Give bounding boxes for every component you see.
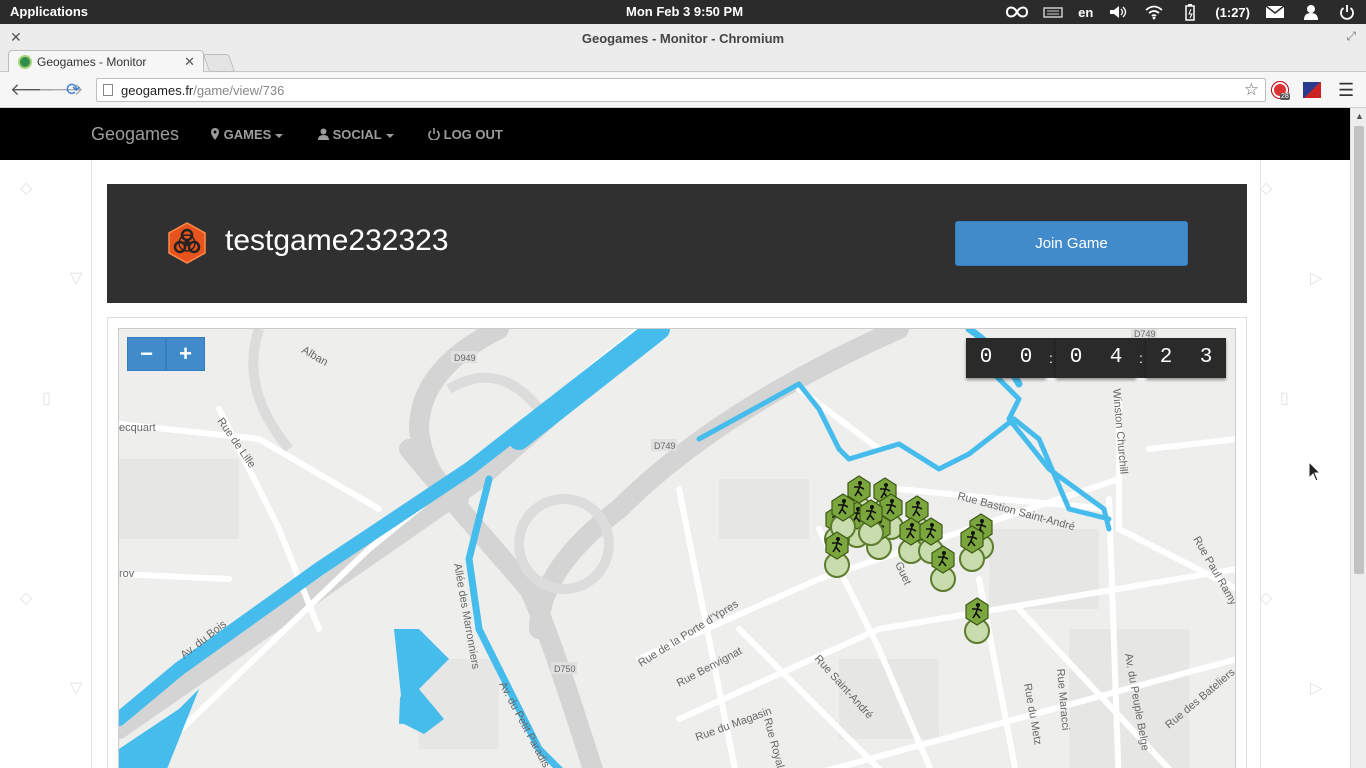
timer-hours: 0 0 xyxy=(966,338,1046,378)
bookmark-star-icon[interactable]: ☆ xyxy=(1244,80,1259,100)
adblock-extension-icon[interactable]: 28 xyxy=(1272,82,1290,100)
applications-menu[interactable]: Applications xyxy=(10,4,88,19)
game-title: testgame232323 xyxy=(225,224,449,257)
timer-digit: 0 xyxy=(1069,346,1083,369)
reload-icon[interactable]: ⟳ xyxy=(66,80,80,100)
decoration-rect-icon: ▯ xyxy=(42,390,51,407)
power-icon xyxy=(428,128,440,141)
caret-down-icon xyxy=(275,133,284,138)
timer-digit: 0 xyxy=(1019,346,1033,369)
zoom-controls: − + xyxy=(127,337,205,371)
window-title: Geogames - Monitor - Chromium xyxy=(581,31,785,46)
user-icon[interactable] xyxy=(1300,2,1322,22)
battery-time: (1:27) xyxy=(1215,4,1250,20)
infinity-icon[interactable] xyxy=(1006,2,1029,22)
game-map[interactable]: Alban D949 ecquart Rue de Lille rov Av. … xyxy=(118,328,1236,768)
browser-toolbar: 🡐 🡒 ⟳ geogames.fr/game/view/736 ☆ xyxy=(0,72,1366,108)
wifi-icon[interactable] xyxy=(1143,2,1165,22)
extension-icon[interactable] xyxy=(1303,82,1321,98)
decoration-triangle-icon: ▷ xyxy=(1310,270,1323,287)
timer-digit: 3 xyxy=(1199,346,1213,369)
browser-tab[interactable]: Geogames - Monitor ✕ xyxy=(8,50,204,73)
os-top-bar: Applications Mon Feb 3 9:50 PM en (1:27) xyxy=(0,0,1366,24)
volume-icon[interactable] xyxy=(1107,2,1129,22)
timer-digit: 4 xyxy=(1109,346,1123,369)
timer-digit: 2 xyxy=(1159,346,1173,369)
site-navbar: Geogames GAMES SOCIAL LOG OUT xyxy=(0,108,1350,160)
game-header: testgame232323 Join Game xyxy=(107,184,1247,303)
system-clock[interactable]: Mon Feb 3 9:50 PM xyxy=(626,4,743,19)
nav-social-dropdown[interactable]: SOCIAL xyxy=(318,127,394,142)
address-bar[interactable]: geogames.fr/game/view/736 ☆ xyxy=(96,78,1266,102)
decoration-diamond-icon: ◇ xyxy=(20,590,33,607)
map-label: D949 xyxy=(454,353,476,363)
keyboard-icon[interactable] xyxy=(1042,2,1064,22)
nav-games-dropdown[interactable]: GAMES xyxy=(210,127,284,142)
map-label: D750 xyxy=(554,664,576,674)
countdown-timer: 0 0 : 0 4 : 2 3 xyxy=(966,338,1226,378)
map-panel: Alban D949 ecquart Rue de Lille rov Av. … xyxy=(107,317,1247,768)
browser-menu-icon[interactable]: ☰ xyxy=(1338,80,1354,101)
decoration-triangle-icon: ▽ xyxy=(70,270,83,287)
mail-icon[interactable] xyxy=(1264,2,1286,22)
map-marker-icon xyxy=(211,128,219,140)
battery-icon[interactable] xyxy=(1179,2,1201,22)
biohazard-icon xyxy=(168,222,206,264)
keyboard-layout[interactable]: en xyxy=(1078,2,1093,22)
timer-minutes: 0 4 xyxy=(1056,338,1136,378)
timer-seconds: 2 3 xyxy=(1146,338,1226,378)
timer-separator: : xyxy=(1136,338,1146,378)
main-container: testgame232323 Join Game Alban D949 ecqu… xyxy=(91,160,1261,768)
decoration-rect-icon: ▯ xyxy=(1280,390,1289,407)
zoom-in-button[interactable]: + xyxy=(166,337,205,371)
site-brand[interactable]: Geogames xyxy=(91,124,179,145)
tab-close-icon[interactable]: ✕ xyxy=(184,54,195,70)
page-scrollbar[interactable]: ▲ xyxy=(1350,108,1366,768)
decoration-diamond-icon: ◇ xyxy=(1260,180,1273,197)
decoration-triangle-icon: ▽ xyxy=(70,680,83,697)
mouse-cursor-icon xyxy=(1308,461,1322,482)
system-tray: en (1:27) xyxy=(992,2,1358,22)
caret-down-icon xyxy=(385,133,394,138)
page-viewport: ◇ ◇ ▯ ▽ ▽ ◇ ◇ ▯ ▷ ▷ Geogames GAMES SOCIA… xyxy=(0,108,1350,768)
map-label: D749 xyxy=(654,441,676,451)
zoom-out-button[interactable]: − xyxy=(127,337,166,371)
user-icon xyxy=(318,128,329,140)
map-label: ecquart xyxy=(119,422,156,434)
map-tiles[interactable]: Alban D949 ecquart Rue de Lille rov Av. … xyxy=(119,329,1236,768)
power-icon[interactable] xyxy=(1336,2,1358,22)
join-game-button[interactable]: Join Game xyxy=(955,221,1188,266)
window-maximize-icon[interactable]: ⤢ xyxy=(1346,29,1356,44)
tab-title: Geogames - Monitor xyxy=(37,55,147,69)
page-icon xyxy=(103,84,113,96)
scrollbar-thumb[interactable] xyxy=(1354,126,1364,574)
url-text[interactable]: geogames.fr/game/view/736 xyxy=(121,83,284,98)
decoration-triangle-icon: ▷ xyxy=(1310,680,1323,697)
site-favicon-icon xyxy=(18,55,32,69)
scroll-up-icon[interactable]: ▲ xyxy=(1355,111,1364,121)
browser-title-bar: ✕ Geogames - Monitor - Chromium ⤢ Geogam… xyxy=(0,24,1366,73)
nav-logout-link[interactable]: LOG OUT xyxy=(428,127,503,142)
timer-separator: : xyxy=(1046,338,1056,378)
decoration-diamond-icon: ◇ xyxy=(1260,590,1273,607)
decoration-diamond-icon: ◇ xyxy=(20,180,33,197)
timer-digit: 0 xyxy=(979,346,993,369)
map-label: rov xyxy=(119,568,135,580)
new-tab-button[interactable] xyxy=(202,54,236,72)
